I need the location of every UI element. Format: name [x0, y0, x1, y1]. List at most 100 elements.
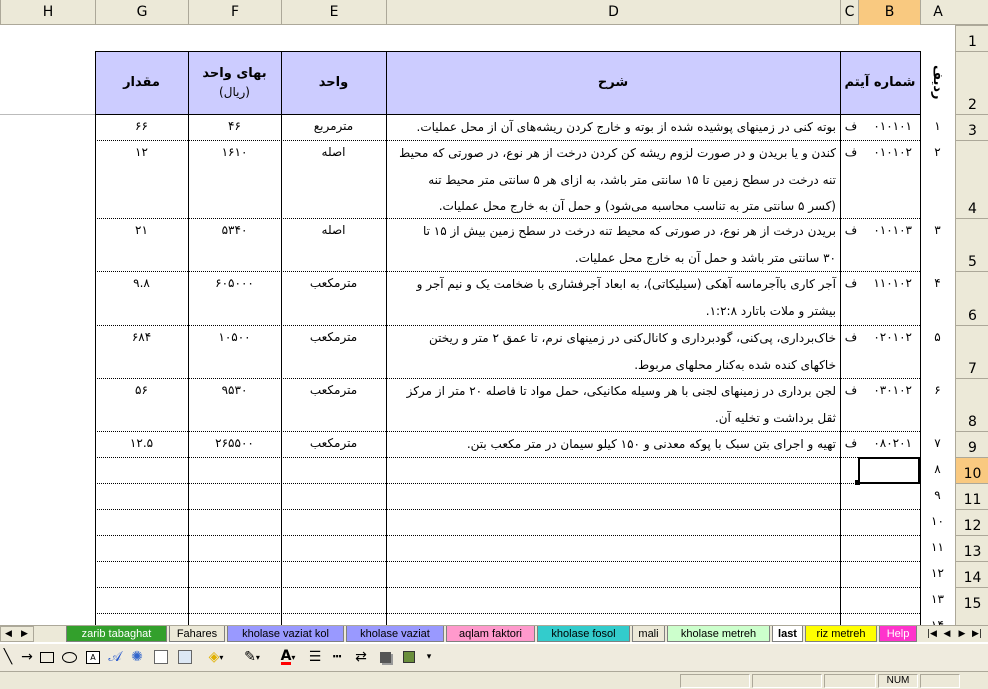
- sheet-tab-zarib-tabaghat[interactable]: zarib tabaghat: [66, 626, 167, 642]
- item-number-cell[interactable]: ۰۸۰۲۰۱: [860, 433, 918, 453]
- picture-icon[interactable]: [176, 648, 194, 666]
- description-cell[interactable]: خاک‌برداری، پی‌کنی، گودبرداری و کانال‌کن…: [386, 325, 840, 378]
- oval-tool-icon[interactable]: [60, 648, 78, 666]
- arrow-style-icon[interactable]: ⇄: [352, 648, 370, 666]
- item-prefix-cell[interactable]: ف: [842, 433, 860, 453]
- unit-cell[interactable]: مترمکعب: [281, 273, 386, 293]
- description-cell[interactable]: آجر کاری باآجرماسه آهکی (سیلیکاتی)، به ا…: [386, 271, 840, 325]
- item-number-cell[interactable]: ۰۲۰۱۰۲: [860, 327, 918, 347]
- row-number-cell[interactable]: ۶: [920, 380, 955, 400]
- font-color-icon[interactable]: A ▾: [276, 648, 300, 666]
- sheet-tab-help[interactable]: Help: [879, 626, 917, 642]
- item-number-cell[interactable]: ۰۱۰۱۰۳: [860, 220, 918, 240]
- fill-handle[interactable]: [855, 480, 860, 485]
- row-header-2[interactable]: 2: [956, 51, 988, 114]
- item-number-cell[interactable]: ۰۱۰۱۰۱: [860, 116, 918, 136]
- row-header-14[interactable]: 14: [956, 561, 988, 587]
- next-sheet-icon[interactable]: ▶: [956, 626, 968, 642]
- item-number-cell[interactable]: ۰۱۰۱۰۲: [860, 142, 918, 162]
- item-prefix-cell[interactable]: ف: [842, 327, 860, 347]
- item-prefix-cell[interactable]: ف: [842, 273, 860, 293]
- shadow-style-icon[interactable]: [376, 648, 394, 666]
- sheet-tab-kholase-metreh[interactable]: kholase metreh: [667, 626, 770, 642]
- row-number-cell[interactable]: ۴: [920, 273, 955, 293]
- unit-price-cell[interactable]: ۴۶: [188, 116, 281, 136]
- row-number-cell[interactable]: ۱۰: [920, 511, 955, 531]
- description-cell[interactable]: بریدن درخت از هر نوع، در صورتی که محیط ت…: [386, 218, 840, 271]
- unit-price-cell[interactable]: ۱۶۱۰: [188, 142, 281, 162]
- description-cell[interactable]: لجن برداری در زمینهای لجنی با هر وسیله م…: [386, 378, 840, 431]
- quantity-cell[interactable]: ۱۲: [95, 142, 188, 162]
- row-number-cell[interactable]: ۹: [920, 485, 955, 505]
- unit-cell[interactable]: اصله: [281, 220, 386, 240]
- wordart-icon[interactable]: 𝒜: [106, 648, 124, 666]
- column-header-b[interactable]: B: [858, 0, 920, 25]
- toolbar-options-icon[interactable]: ▾: [424, 648, 434, 666]
- column-header-h[interactable]: H: [0, 0, 95, 25]
- sheet-tab-kholase-vaziat[interactable]: kholase vaziat: [346, 626, 444, 642]
- row-header-9[interactable]: 9: [956, 431, 988, 457]
- sheet-tab-aqlam-faktori[interactable]: aqlam faktori: [446, 626, 535, 642]
- line-color-icon[interactable]: ✎ ▾: [240, 648, 264, 666]
- sheet-tab-riz-metreh[interactable]: riz metreh: [805, 626, 877, 642]
- quantity-cell[interactable]: ۹.۸: [95, 273, 188, 293]
- unit-price-cell[interactable]: ۹۵۳۰: [188, 380, 281, 400]
- row-number-cell[interactable]: ۵: [920, 327, 955, 347]
- column-header-d[interactable]: D: [386, 0, 840, 25]
- row-header-5[interactable]: 5: [956, 218, 988, 271]
- row-header-10[interactable]: 10: [956, 457, 988, 483]
- sheet-tab-last[interactable]: last: [772, 626, 803, 642]
- quantity-cell[interactable]: ۲۱: [95, 220, 188, 240]
- sheet-tab-mali[interactable]: mali: [632, 626, 665, 642]
- row-header-11[interactable]: 11: [956, 483, 988, 509]
- unit-price-cell[interactable]: ۵۳۴۰: [188, 220, 281, 240]
- fill-color-icon[interactable]: ◈ ▾: [204, 648, 228, 666]
- row-number-cell[interactable]: ۱۱: [920, 537, 955, 557]
- unit-price-cell[interactable]: ۱۰۵۰۰: [188, 327, 281, 347]
- item-number-cell[interactable]: ۰۳۰۱۰۲: [860, 380, 918, 400]
- clipart-icon[interactable]: [152, 648, 170, 666]
- horizontal-scrollbar[interactable]: ◀ ▶: [0, 626, 34, 642]
- unit-cell[interactable]: مترمکعب: [281, 327, 386, 347]
- row-number-cell[interactable]: ۸: [920, 459, 955, 479]
- item-number-cell[interactable]: ۱۱۰۱۰۲: [860, 273, 918, 293]
- column-header-a[interactable]: A: [920, 0, 955, 25]
- row-number-cell[interactable]: ۱۴: [920, 615, 955, 625]
- row-header-15[interactable]: 15: [956, 587, 988, 613]
- row-header-13[interactable]: 13: [956, 535, 988, 561]
- sheet-tab-kholase-fosol[interactable]: kholase fosol: [537, 626, 630, 642]
- description-cell[interactable]: تهیه و اجرای بتن سبک با پوکه معدنی و ۱۵۰…: [386, 431, 840, 457]
- row-header-12[interactable]: 12: [956, 509, 988, 535]
- column-header-f[interactable]: F: [188, 0, 281, 25]
- unit-cell[interactable]: اصله: [281, 142, 386, 162]
- item-prefix-cell[interactable]: ف: [842, 220, 860, 240]
- arrow-tool-icon[interactable]: →: [18, 648, 36, 666]
- prev-sheet-icon[interactable]: ◀: [941, 626, 953, 642]
- dash-style-icon[interactable]: ┅: [328, 648, 346, 666]
- item-prefix-cell[interactable]: ف: [842, 116, 860, 136]
- quantity-cell[interactable]: ۶۸۴: [95, 327, 188, 347]
- row-header-7[interactable]: 7: [956, 325, 988, 378]
- description-cell[interactable]: بوته کنی در زمینهای پوشیده شده از بوته و…: [386, 114, 840, 140]
- line-tool-icon[interactable]: ╲: [0, 648, 16, 666]
- row-header-8[interactable]: 8: [956, 378, 988, 431]
- unit-price-cell[interactable]: ۶۰۵۰۰۰: [188, 273, 281, 293]
- last-sheet-icon[interactable]: ▶|: [971, 626, 983, 642]
- diagram-icon[interactable]: ✺: [128, 648, 146, 666]
- row-number-cell[interactable]: ۱: [920, 116, 955, 136]
- row-number-cell[interactable]: ۷: [920, 433, 955, 453]
- row-header-4[interactable]: 4: [956, 140, 988, 218]
- quantity-cell[interactable]: ۱۲.۵: [95, 433, 188, 453]
- quantity-cell[interactable]: ۵۶: [95, 380, 188, 400]
- column-header-g[interactable]: G: [95, 0, 188, 25]
- item-prefix-cell[interactable]: ف: [842, 380, 860, 400]
- scroll-right-icon[interactable]: ▶: [21, 627, 28, 642]
- unit-cell[interactable]: مترمربع: [281, 116, 386, 136]
- sheet-tab-fahares[interactable]: Fahares: [169, 626, 225, 642]
- unit-cell[interactable]: مترمکعب: [281, 380, 386, 400]
- line-style-icon[interactable]: ☰: [306, 648, 324, 666]
- 3d-style-icon[interactable]: [400, 648, 418, 666]
- column-header-e[interactable]: E: [281, 0, 386, 25]
- description-cell[interactable]: کندن و یا بریدن و در صورت لزوم ریشه کن ک…: [386, 140, 840, 218]
- sheet-tab-kholase-vaziat-kol[interactable]: kholase vaziat kol: [227, 626, 344, 642]
